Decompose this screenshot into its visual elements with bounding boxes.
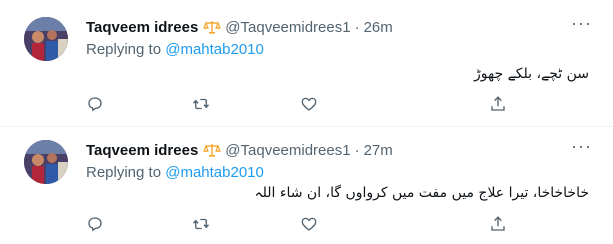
mention-link[interactable]: @mahtab2010 bbox=[165, 164, 264, 181]
tweet-text: سن ٹچے، بلکے چھوڑ bbox=[474, 66, 589, 82]
share-button[interactable] bbox=[489, 215, 509, 235]
display-name[interactable]: Taqveem idrees bbox=[86, 19, 198, 36]
reply-button[interactable] bbox=[86, 215, 106, 235]
replying-to-label: Replying to bbox=[86, 41, 162, 58]
share-icon bbox=[491, 216, 505, 231]
reply-button[interactable] bbox=[86, 95, 106, 115]
reply-icon bbox=[88, 217, 102, 232]
retweet-button[interactable] bbox=[192, 215, 212, 235]
reply-feed: Taqveem idrees @Taqveemidrees1 · 26m ···… bbox=[0, 0, 613, 244]
tweet-actions bbox=[86, 95, 506, 117]
user-handle[interactable]: @Taqveemidrees1 bbox=[225, 142, 350, 159]
replying-to-line: Replying to @mahtab2010 bbox=[86, 164, 264, 181]
heart-icon bbox=[301, 97, 317, 111]
replying-to-line: Replying to @mahtab2010 bbox=[86, 41, 264, 58]
more-dots-icon[interactable]: ··· bbox=[571, 14, 591, 38]
tweet[interactable]: Taqveem idrees @Taqveemidrees1 · 26m ···… bbox=[0, 0, 613, 127]
scales-icon bbox=[203, 142, 222, 158]
mention-link[interactable]: @mahtab2010 bbox=[165, 41, 264, 58]
retweet-icon bbox=[192, 98, 210, 110]
share-icon bbox=[491, 96, 505, 111]
separator-dot: · bbox=[354, 141, 360, 159]
avatar[interactable] bbox=[24, 17, 68, 61]
tweet[interactable]: Taqveem idrees @Taqveemidrees1 · 27m ···… bbox=[0, 127, 613, 244]
timestamp[interactable]: 27m bbox=[364, 142, 393, 159]
like-button[interactable] bbox=[300, 215, 320, 235]
avatar[interactable] bbox=[24, 140, 68, 184]
more-dots-icon[interactable]: ··· bbox=[571, 137, 591, 161]
reply-icon bbox=[88, 97, 102, 112]
separator-dot: · bbox=[354, 18, 360, 36]
replying-to-label: Replying to bbox=[86, 164, 162, 181]
display-name[interactable]: Taqveem idrees bbox=[86, 142, 198, 159]
retweet-button[interactable] bbox=[192, 95, 212, 115]
like-button[interactable] bbox=[300, 95, 320, 115]
retweet-icon bbox=[192, 218, 210, 230]
tweet-text: خاخاخاخا، تیرا علاج میں مفت میں کرواوں گ… bbox=[254, 185, 589, 201]
scales-icon bbox=[203, 19, 222, 35]
tweet-header: Taqveem idrees @Taqveemidrees1 · 27m bbox=[86, 140, 557, 160]
user-handle[interactable]: @Taqveemidrees1 bbox=[225, 19, 350, 36]
share-button[interactable] bbox=[489, 95, 509, 115]
timestamp[interactable]: 26m bbox=[364, 19, 393, 36]
tweet-header: Taqveem idrees @Taqveemidrees1 · 26m bbox=[86, 17, 557, 37]
heart-icon bbox=[301, 217, 317, 231]
tweet-actions bbox=[86, 215, 506, 237]
